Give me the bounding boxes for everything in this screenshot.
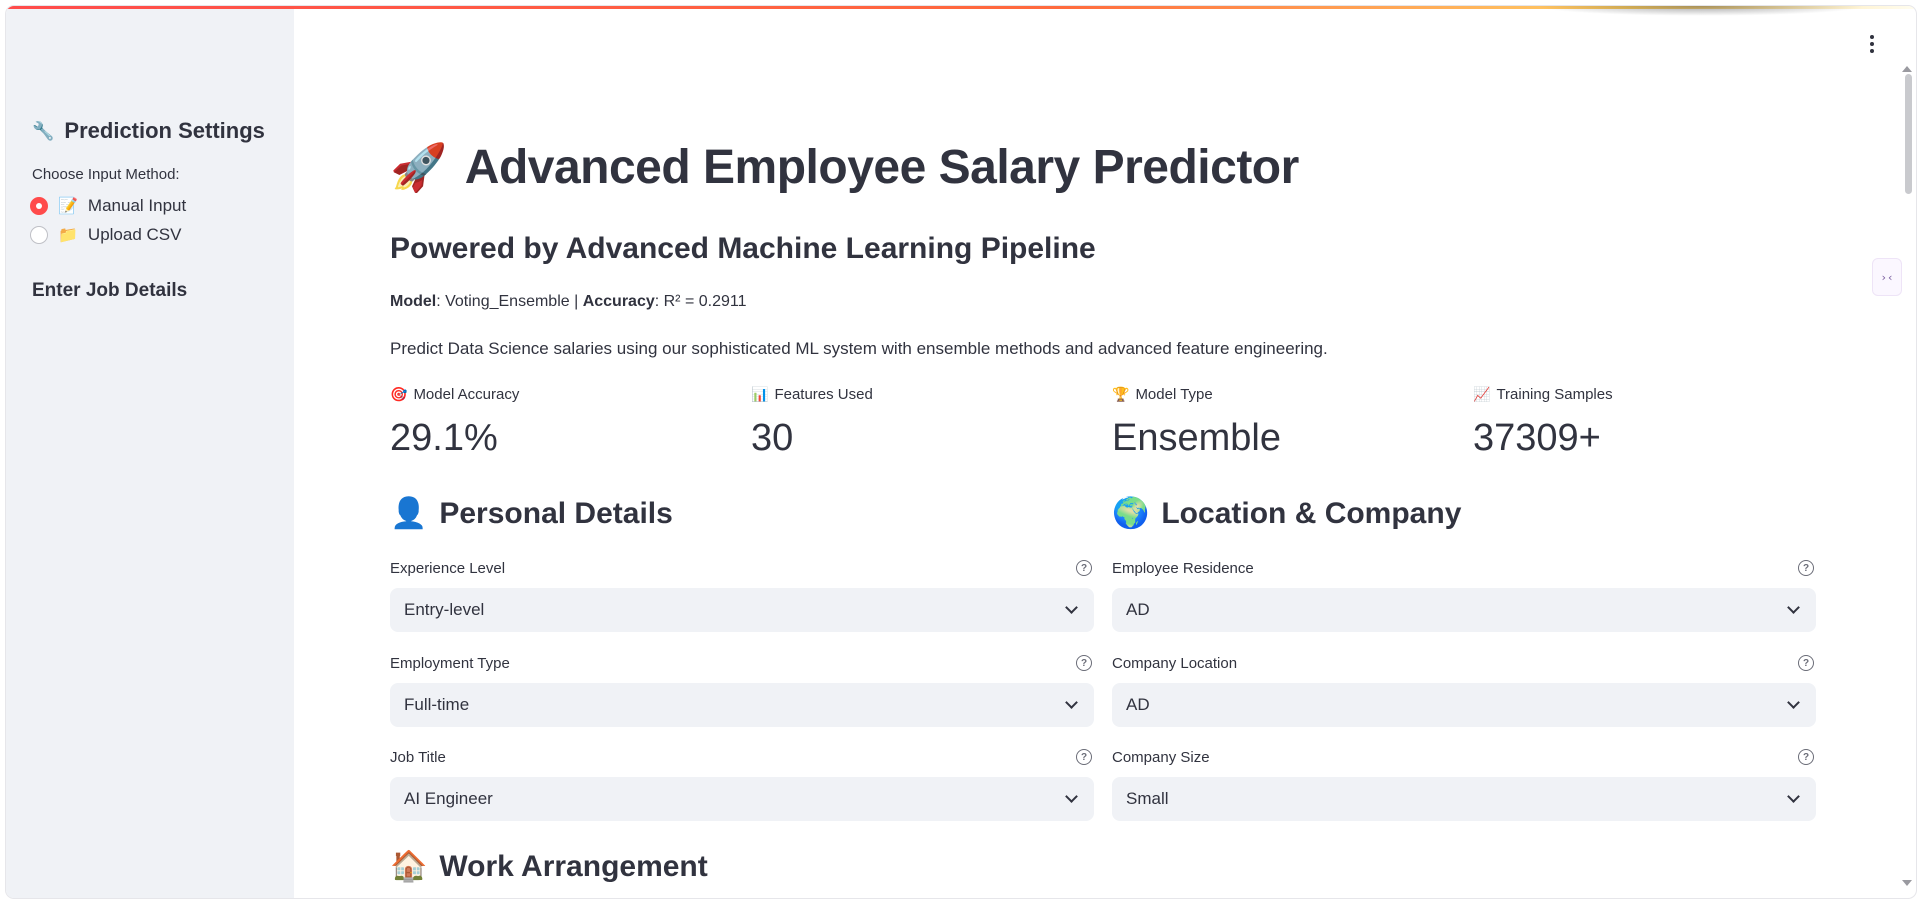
page-subtitle: Powered by Advanced Machine Learning Pip…	[390, 232, 1096, 265]
house-icon: 🏠	[390, 850, 428, 883]
main-content: ›‹ 🚀 Advanced Employee Salary Predictor …	[294, 6, 1916, 898]
radio-label-upload: Upload CSV	[87, 225, 182, 244]
radio-unselected-icon[interactable]	[30, 226, 48, 244]
metric-features-used: 📊 Features Used 30	[751, 386, 1091, 460]
help-icon[interactable]: ?	[1076, 749, 1092, 765]
select-value: Entry-level	[404, 600, 485, 619]
section-personal-details: 👤 Personal Details	[390, 496, 673, 531]
globe-icon: 🌍	[1112, 497, 1150, 530]
field-employment-type: Employment Type? Full-time	[390, 653, 1094, 727]
page-title: 🚀 Advanced Employee Salary Predictor	[390, 140, 1299, 195]
help-icon[interactable]: ?	[1798, 749, 1814, 765]
select-value: AD	[1126, 695, 1150, 714]
side-widget-icon[interactable]: ›‹	[1872, 258, 1902, 296]
field-job-title: Job Title? AI Engineer	[390, 747, 1094, 821]
scroll-down-icon[interactable]	[1902, 880, 1912, 886]
chevron-down-icon	[1065, 696, 1078, 709]
help-icon[interactable]: ?	[1798, 560, 1814, 576]
field-label: Company Location	[1112, 654, 1238, 672]
page-title-text: Advanced Employee Salary Predictor	[464, 141, 1300, 194]
memo-icon: 📝	[58, 198, 78, 215]
model-value: : Voting_Ensemble |	[436, 293, 583, 310]
metric-value: 37309+	[1473, 417, 1601, 459]
trend-up-icon: 📈	[1473, 386, 1491, 402]
help-icon[interactable]: ?	[1076, 560, 1092, 576]
main-menu-button[interactable]	[1862, 30, 1882, 58]
select-value: Small	[1126, 789, 1169, 808]
metric-model-type: 🏆 Model Type Ensemble	[1112, 386, 1452, 460]
radio-selected-icon[interactable]	[30, 197, 48, 215]
sidebar-title-text: Prediction Settings	[64, 118, 265, 143]
trophy-icon: 🏆	[1112, 386, 1130, 402]
scrollbar-thumb[interactable]	[1905, 74, 1912, 194]
sidebar: 🔧 Prediction Settings Choose Input Metho…	[6, 6, 294, 898]
field-employee-residence: Employee Residence? AD	[1112, 558, 1816, 632]
select-value: Full-time	[404, 695, 470, 714]
dot-icon	[1870, 49, 1874, 53]
bar-chart-icon: 📊	[751, 386, 769, 402]
section-title: Work Arrangement	[439, 849, 708, 883]
metric-model-accuracy: 🎯 Model Accuracy 29.1%	[390, 386, 730, 460]
field-experience-level: Experience Level? Entry-level	[390, 558, 1094, 632]
metric-label: Features Used	[774, 386, 873, 403]
section-location-company: 🌍 Location & Company	[1112, 496, 1461, 531]
chevron-down-icon	[1065, 601, 1078, 614]
chevron-down-icon	[1787, 790, 1800, 803]
section-title: Location & Company	[1161, 496, 1462, 530]
employment-type-select[interactable]: Full-time	[390, 683, 1094, 727]
metric-value: 30	[751, 417, 794, 459]
folder-icon: 📁	[58, 227, 78, 244]
metric-label: Training Samples	[1496, 386, 1613, 403]
target-icon: 🎯	[390, 386, 408, 402]
help-icon[interactable]: ?	[1076, 655, 1092, 671]
section-title: Personal Details	[439, 496, 673, 530]
input-method-label: Choose Input Method:	[32, 166, 180, 183]
metric-label: Model Type	[1135, 386, 1213, 403]
chevron-down-icon	[1065, 790, 1078, 803]
wrench-icon: 🔧	[32, 120, 55, 141]
chevron-down-icon	[1787, 601, 1800, 614]
field-label: Experience Level	[390, 559, 506, 577]
field-company-location: Company Location? AD	[1112, 653, 1816, 727]
company-location-select[interactable]: AD	[1112, 683, 1816, 727]
select-value: AD	[1126, 600, 1150, 619]
field-label: Job Title	[390, 748, 446, 766]
field-label: Employment Type	[390, 654, 510, 672]
rocket-icon: 🚀	[390, 141, 447, 193]
metric-label: Model Accuracy	[413, 386, 520, 403]
dot-icon	[1870, 35, 1874, 39]
section-work-arrangement: 🏠 Work Arrangement	[390, 849, 708, 884]
field-company-size: Company Size? Small	[1112, 747, 1816, 821]
radio-manual-input[interactable]: 📝 Manual Input	[30, 196, 186, 216]
toolbar-shadow	[1536, 6, 1866, 16]
metric-value: 29.1%	[390, 417, 498, 459]
experience-level-select[interactable]: Entry-level	[390, 588, 1094, 632]
radio-label-manual: Manual Input	[87, 196, 187, 215]
model-info: Model: Voting_Ensemble | Accuracy: R² = …	[390, 293, 747, 311]
app-window: 🔧 Prediction Settings Choose Input Metho…	[6, 6, 1916, 898]
metric-training-samples: 📈 Training Samples 37309+	[1473, 386, 1813, 460]
page-description: Predict Data Science salaries using our …	[390, 339, 1328, 358]
sidebar-title: 🔧 Prediction Settings	[32, 118, 265, 144]
scrollbar[interactable]	[1902, 76, 1916, 898]
accuracy-value: : R² = 0.2911	[654, 293, 747, 310]
field-label: Company Size	[1112, 748, 1210, 766]
dot-icon	[1870, 42, 1874, 46]
help-icon[interactable]: ?	[1798, 655, 1814, 671]
accuracy-label: Accuracy	[582, 293, 655, 310]
model-label: Model	[390, 293, 437, 310]
sidebar-section-heading: Enter Job Details	[32, 280, 188, 301]
person-icon: 👤	[390, 497, 428, 530]
company-size-select[interactable]: Small	[1112, 777, 1816, 821]
chevron-down-icon	[1787, 696, 1800, 709]
field-label: Employee Residence	[1112, 559, 1254, 577]
employee-residence-select[interactable]: AD	[1112, 588, 1816, 632]
job-title-select[interactable]: AI Engineer	[390, 777, 1094, 821]
select-value: AI Engineer	[404, 789, 493, 808]
metric-value: Ensemble	[1112, 417, 1281, 459]
radio-upload-csv[interactable]: 📁 Upload CSV	[30, 225, 181, 245]
scroll-up-icon[interactable]	[1902, 66, 1912, 72]
